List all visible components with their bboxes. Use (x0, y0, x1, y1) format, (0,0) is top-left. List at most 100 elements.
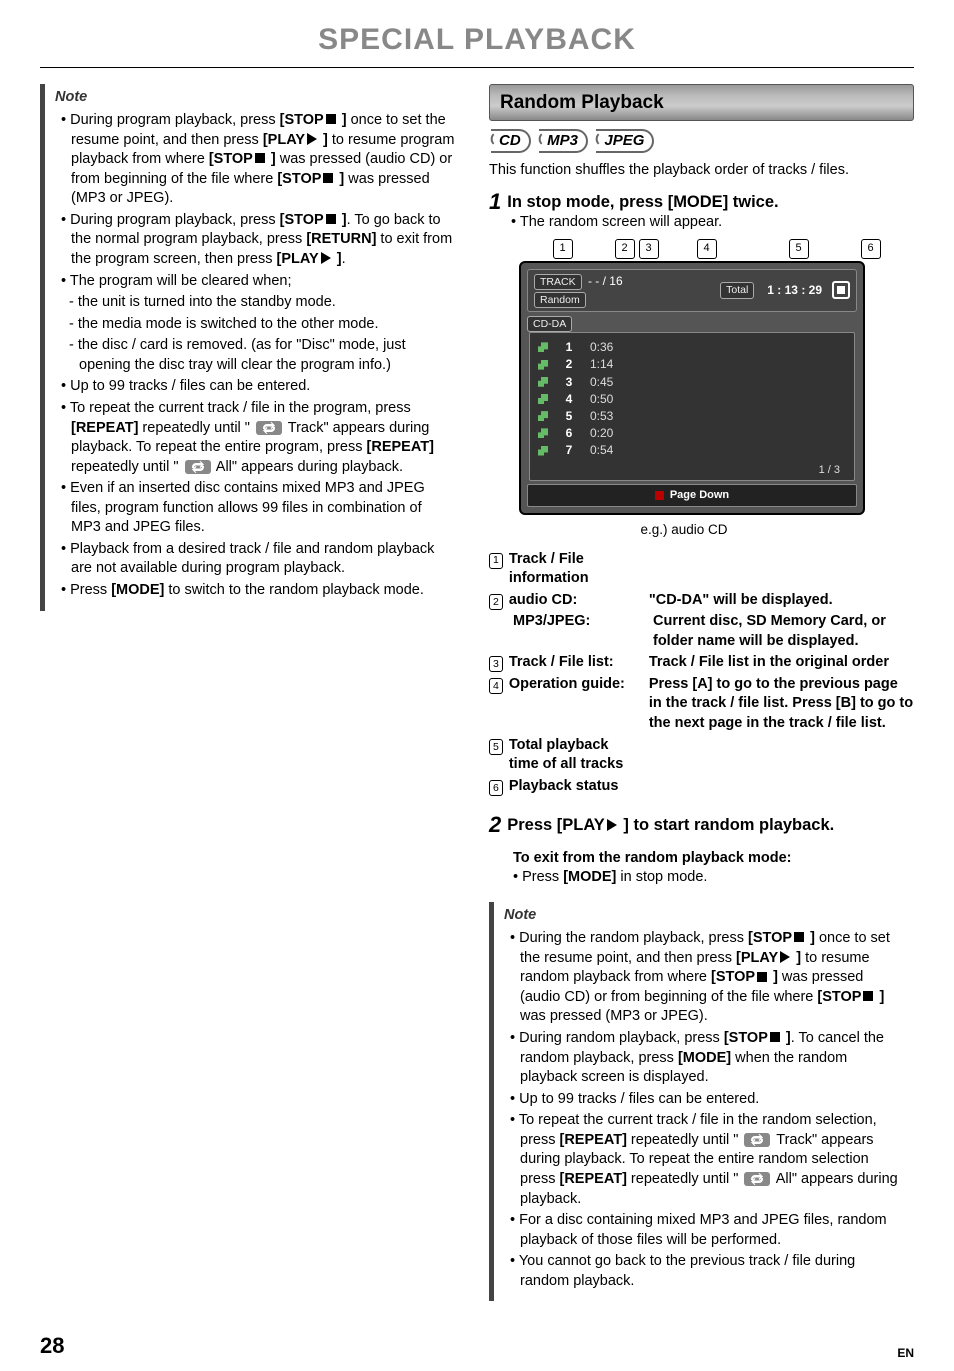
language-code: EN (897, 1345, 914, 1361)
stop-icon (794, 932, 804, 942)
note-item: Up to 99 tracks / files can be entered. (61, 377, 455, 397)
step-number-2: 2 (489, 814, 501, 836)
stop-icon (255, 153, 265, 163)
track-row: 10:36 (534, 339, 850, 355)
note-item: To repeat the current track / file in th… (510, 1111, 904, 1209)
stop-icon (757, 972, 767, 982)
note-item: During the random playback, press [STOP … (510, 929, 904, 1027)
track-row: 21:14 (534, 356, 850, 372)
note-item: The program will be cleared when; (61, 272, 455, 292)
legend-key: Track / File list: (509, 653, 639, 673)
legend-value: Track / File list in the original order (649, 653, 914, 673)
page-number: 28 (40, 1331, 64, 1361)
note-item: the media mode is switched to the other … (69, 315, 455, 335)
legend-key: Total playback time of all tracks (509, 736, 639, 775)
note-item: To repeat the current track / file in th… (61, 399, 455, 477)
callout-row: 1 2 3 4 5 6 (519, 239, 914, 259)
note-title: Note (55, 88, 455, 108)
stop-icon (863, 991, 873, 1001)
step-text-2: Press [PLAY ] to start random playback. (507, 814, 834, 836)
page-down-bar: Page Down (527, 484, 857, 507)
stop-icon (770, 1032, 780, 1042)
exit-bullet: • Press [MODE] in stop mode. (513, 868, 914, 888)
exit-heading: To exit from the random playback mode: (513, 849, 914, 869)
chip-mp3: MP3 (539, 129, 588, 153)
legend-number: 6 (489, 780, 503, 796)
legend-value: Press [A] to go to the previous page in … (649, 675, 914, 734)
legend-number: 1 (489, 553, 503, 569)
note-item: Even if an inserted disc contains mixed … (61, 479, 455, 538)
repeat-icon (744, 1133, 770, 1147)
legend-row: 4 Operation guide:Press [A] to go to the … (489, 675, 914, 734)
play-icon (607, 819, 617, 831)
legend-key: Operation guide: (509, 675, 639, 734)
chip-cd: CD (491, 129, 531, 153)
stop-icon (326, 114, 336, 124)
stop-icon (832, 281, 850, 299)
track-row: 60:20 (534, 425, 850, 441)
chip-jpeg: JPEG (596, 129, 654, 153)
note-item: During program playback, press [STOP ] o… (61, 111, 455, 209)
legend-number: 4 (489, 678, 503, 694)
legend-row: 5 Total playback time of all tracks (489, 736, 914, 775)
legend-number: 5 (489, 739, 503, 755)
section-header: Random Playback (489, 84, 914, 122)
callout-4: 4 (697, 239, 717, 259)
note-item: Playback from a desired track / file and… (61, 540, 455, 579)
track-row: 50:53 (534, 408, 850, 424)
music-note-icon (538, 342, 548, 352)
track-row: 70:54 (534, 442, 850, 458)
intro-text: This function shuffles the playback orde… (489, 161, 914, 181)
track-value: - - / 16 (588, 274, 623, 288)
note-item: During random playback, press [STOP ]. T… (510, 1029, 904, 1088)
callout-1: 1 (553, 239, 573, 259)
track-label: TRACK (534, 274, 582, 290)
track-row: 30:45 (534, 374, 850, 390)
note-item: You cannot go back to the previous track… (510, 1252, 904, 1291)
legend-key: MP3/JPEG: (513, 612, 643, 651)
music-note-icon (538, 446, 548, 456)
callout-5: 5 (789, 239, 809, 259)
legend-key: Track / File information (509, 550, 639, 589)
legend-value: Current disc, SD Memory Card, or folder … (653, 612, 914, 651)
music-note-icon (538, 360, 548, 370)
music-note-icon (538, 394, 548, 404)
music-note-icon (538, 377, 548, 387)
callout-3: 3 (639, 239, 659, 259)
legend-row: 6 Playback status (489, 777, 914, 797)
note-item: For a disc containing mixed MP3 and JPEG… (510, 1211, 904, 1250)
legend-number: 2 (489, 594, 503, 610)
step-number-1: 1 (489, 191, 501, 213)
play-icon (307, 133, 317, 145)
callout-6: 6 (861, 239, 881, 259)
note-title-b: Note (504, 906, 904, 926)
media-chips: CD MP3 JPEG (491, 129, 914, 153)
callout-2: 2 (615, 239, 635, 259)
note-item: During program playback, press [STOP ]. … (61, 211, 455, 270)
note-box-right: Note During the random playback, press [… (489, 902, 914, 1302)
music-note-icon (538, 411, 548, 421)
note-item: the disc / card is removed. (as for "Dis… (69, 336, 455, 375)
note-item: Press [MODE] to switch to the random pla… (61, 581, 455, 601)
legend-key: audio CD: (509, 591, 639, 611)
music-note-icon (538, 428, 548, 438)
repeat-icon (744, 1172, 770, 1186)
legend-row: 3Track / File list:Track / File list in … (489, 653, 914, 673)
total-value: 1 : 13 : 29 (767, 282, 822, 298)
step1-detail: The random screen will appear. (511, 213, 914, 233)
note-item: Up to 99 tracks / files can be entered. (510, 1090, 904, 1110)
divider (40, 67, 914, 68)
repeat-icon (256, 421, 282, 435)
stop-icon (326, 214, 336, 224)
repeat-icon (185, 460, 211, 474)
play-icon (780, 951, 790, 963)
diagram-screen: TRACK - - / 16 Random Total 1 : 13 : 29 … (519, 261, 865, 516)
stop-icon (323, 173, 333, 183)
legend-row: 2audio CD:"CD-DA" will be displayed. (489, 591, 914, 611)
legend-row: 1 Track / File information (489, 550, 914, 589)
note-item: the unit is turned into the standby mode… (69, 293, 455, 313)
legend-key: Playback status (509, 777, 639, 797)
page-down-label: Page Down (670, 489, 729, 501)
pager: 1 / 3 (534, 459, 850, 478)
page-title: SPECIAL PLAYBACK (40, 20, 914, 61)
